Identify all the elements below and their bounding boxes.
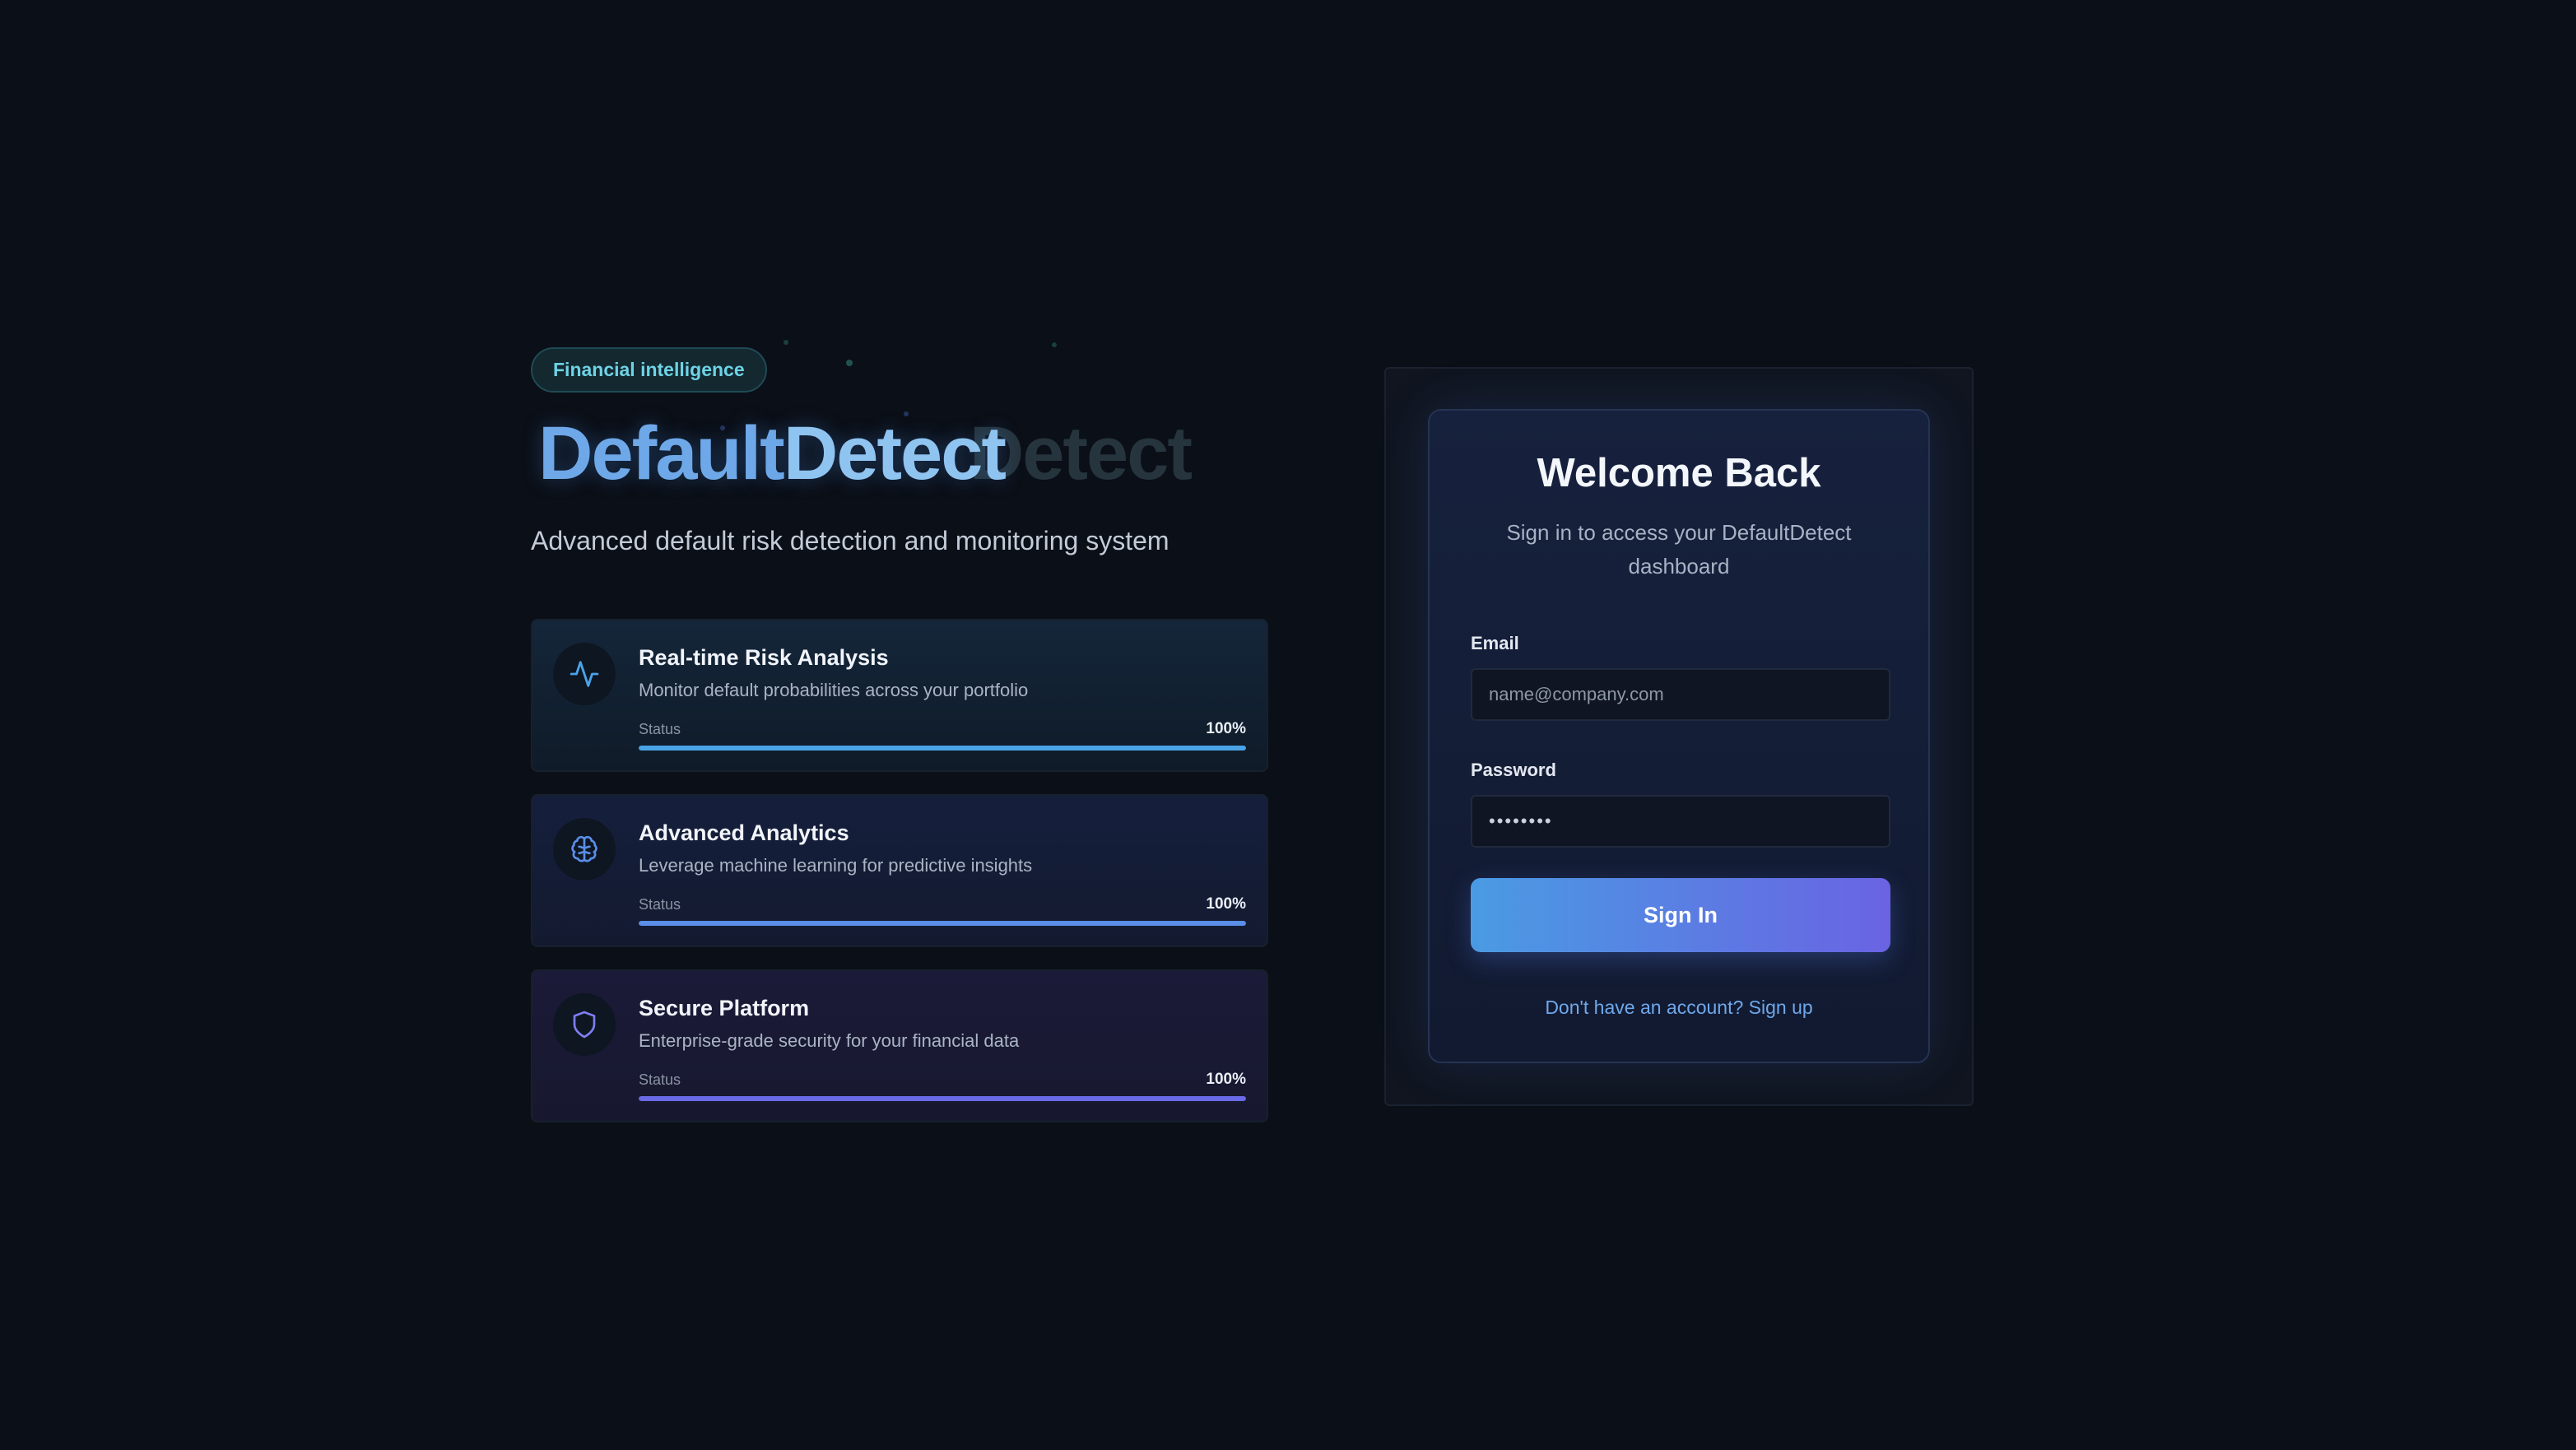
hero-section: Financial intelligence DefaultDetect Def…	[531, 347, 1272, 1145]
hero-subtitle: Advanced default risk detection and moni…	[531, 526, 1169, 555]
activity-pulse-icon	[553, 643, 616, 705]
email-label: Email	[1471, 633, 1519, 653]
login-title: Welcome Back	[1537, 451, 1821, 495]
feature-description: Enterprise-grade security for your finan…	[639, 1030, 1020, 1051]
feature-list: Real-time Risk Analysis Monitor default …	[531, 619, 1272, 1122]
status-label: Status	[639, 721, 681, 737]
brain-icon	[553, 818, 616, 881]
status-progress-fill	[639, 746, 1246, 751]
password-label: Password	[1471, 760, 1556, 780]
sign-up-link[interactable]: Don't have an account? Sign up	[1430, 997, 1928, 1019]
brand-title-part1: Default	[538, 411, 785, 495]
feature-card-advanced-analytics: Advanced Analytics Leverage machine lear…	[531, 794, 1268, 947]
category-badge: Financial intelligence	[531, 347, 767, 393]
brand-title: DefaultDetect	[538, 411, 1007, 497]
login-subtitle: Sign in to access your DefaultDetect das…	[1506, 520, 1852, 579]
status-progress-fill	[639, 1096, 1246, 1101]
status-label: Status	[639, 1071, 681, 1088]
sign-in-button[interactable]: Sign In	[1471, 878, 1890, 952]
email-field[interactable]	[1471, 668, 1890, 721]
feature-description: Monitor default probabilities across you…	[639, 680, 1029, 700]
status-progress-bar	[639, 921, 1246, 926]
status-progress-bar	[639, 1096, 1246, 1101]
status-value: 100%	[1206, 1071, 1246, 1088]
feature-card-risk-analysis: Real-time Risk Analysis Monitor default …	[531, 619, 1268, 772]
decorative-dot	[783, 340, 788, 345]
shield-icon	[553, 993, 616, 1056]
feature-title: Secure Platform	[639, 996, 810, 1020]
feature-description: Leverage machine learning for predictive…	[639, 855, 1033, 876]
feature-title: Real-time Risk Analysis	[639, 645, 889, 670]
status-progress-fill	[639, 921, 1246, 926]
status-label: Status	[639, 896, 681, 913]
brand-title-wrap: DefaultDetect DefaultDetect	[531, 411, 1272, 518]
feature-card-secure-platform: Secure Platform Enterprise-grade securit…	[531, 969, 1268, 1122]
login-page: Financial intelligence DefaultDetect Def…	[0, 0, 2576, 1450]
status-value: 100%	[1206, 895, 1246, 913]
password-field[interactable]	[1471, 795, 1890, 848]
brand-title-part2: Detect	[783, 411, 1007, 495]
feature-title: Advanced Analytics	[639, 820, 849, 845]
login-card: Welcome Back Sign in to access your Defa…	[1428, 409, 1930, 1063]
status-progress-bar	[639, 746, 1246, 751]
status-value: 100%	[1206, 720, 1246, 737]
